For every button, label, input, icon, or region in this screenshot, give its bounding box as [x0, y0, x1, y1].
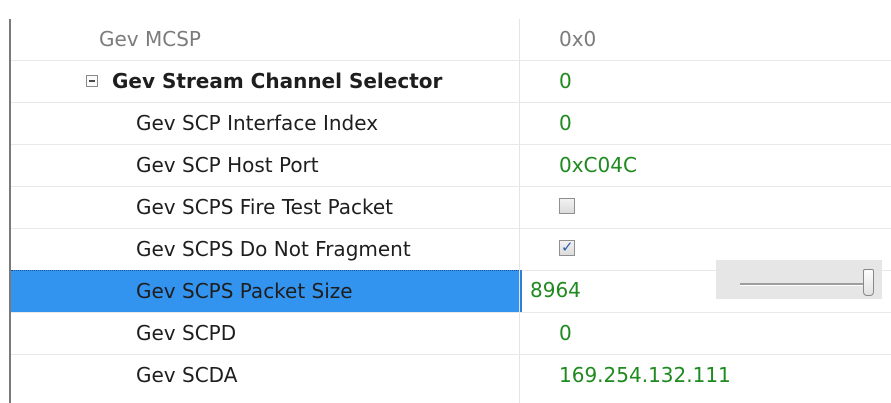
property-name: Gev SCP Interface Index — [136, 111, 379, 135]
property-value[interactable]: 169.254.132.111 — [559, 354, 731, 396]
packet-size-input[interactable]: 8964 — [530, 270, 581, 310]
property-row-gev-stream-channel-selector[interactable]: Gev Stream Channel Selector 0 — [11, 60, 891, 103]
property-value[interactable]: 0x0 — [559, 18, 596, 60]
property-name: Gev SCDA — [136, 363, 238, 387]
checkmark-icon: ✓ — [561, 238, 574, 256]
property-row-gev-scpd[interactable]: Gev SCPD 0 — [11, 312, 891, 355]
property-name: Gev MCSP — [99, 27, 201, 51]
property-name: Gev SCPD — [136, 321, 237, 345]
property-name: Gev Stream Channel Selector — [112, 69, 443, 93]
property-name: Gev SCP Host Port — [136, 153, 319, 177]
packet-size-slider[interactable] — [716, 260, 882, 299]
property-value[interactable]: 0xC04C — [559, 144, 637, 186]
property-value[interactable]: 0 — [559, 60, 572, 102]
slider-track[interactable] — [740, 283, 864, 286]
property-row-gev-mcsp[interactable]: Gev MCSP 0x0 — [11, 19, 891, 61]
collapse-minus-icon[interactable] — [86, 75, 98, 87]
property-row-gev-scps-fire-test-packet[interactable]: Gev SCPS Fire Test Packet — [11, 186, 891, 229]
slider-thumb[interactable] — [863, 269, 874, 296]
property-row-gev-scp-interface-index[interactable]: Gev SCP Interface Index 0 — [11, 102, 891, 145]
property-row-gev-scp-host-port[interactable]: Gev SCP Host Port 0xC04C — [11, 144, 891, 187]
property-grid: Gev MCSP 0x0 Gev Stream Channel Selector… — [9, 19, 891, 403]
property-name: Gev SCPS Fire Test Packet — [136, 195, 393, 219]
fire-test-packet-checkbox[interactable] — [559, 198, 575, 214]
do-not-fragment-checkbox[interactable]: ✓ — [559, 238, 575, 256]
property-value[interactable]: 0 — [559, 102, 572, 144]
property-name: Gev SCPS Do Not Fragment — [136, 237, 411, 261]
property-row-gev-scda[interactable]: Gev SCDA 169.254.132.111 — [11, 354, 891, 396]
property-name: Gev SCPS Packet Size — [136, 279, 353, 303]
property-value[interactable]: 0 — [559, 312, 572, 354]
